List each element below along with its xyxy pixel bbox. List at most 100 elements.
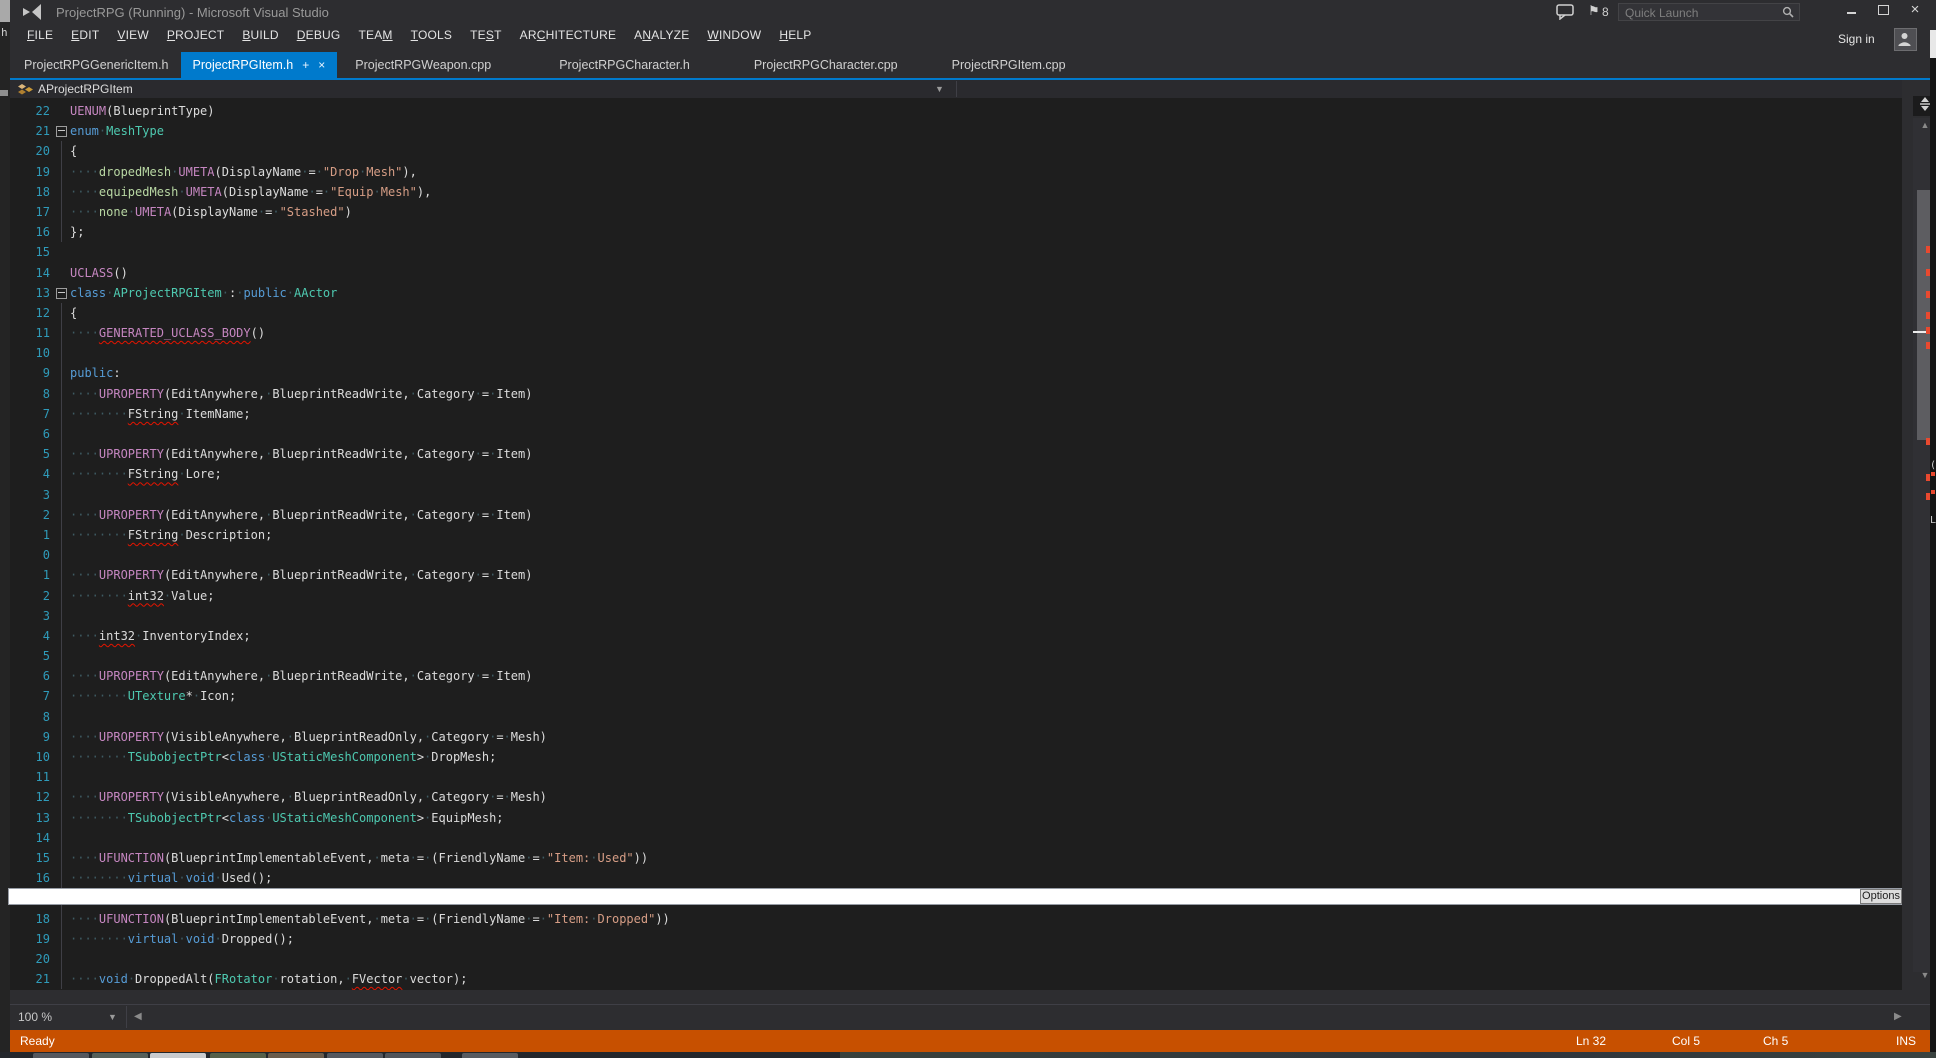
tab-projectrpgitem-cpp[interactable]: ProjectRPGItem.cpp [940, 52, 1078, 78]
code-line[interactable]: 13class·AProjectRPGItem·:·public·AActor [10, 283, 1902, 303]
quick-launch-input[interactable]: Quick Launch [1618, 3, 1800, 21]
menu-build[interactable]: BUILD [233, 24, 287, 46]
tab-projectrpgcharacter-cpp[interactable]: ProjectRPGCharacter.cpp [742, 52, 910, 78]
menu-help[interactable]: HELP [770, 24, 820, 46]
taskbar-button[interactable] [92, 1053, 148, 1058]
tab-projectrpgcharacter-h[interactable]: ProjectRPGCharacter.h [547, 52, 702, 78]
code-line[interactable]: 14 [10, 828, 1902, 848]
horizontal-scrollbar-row[interactable] [10, 1004, 1930, 1030]
code-line[interactable]: 7········UTexture*·Icon; [10, 686, 1902, 706]
code-line[interactable]: 10 [10, 343, 1902, 363]
zoom-level-dropdown[interactable]: 100 % [18, 1010, 52, 1024]
code-editor[interactable]: 22UENUM(BlueprintType)21enum·MeshType20{… [10, 98, 1902, 990]
sign-in-link[interactable]: Sign in [1838, 32, 1875, 46]
code-line[interactable]: 4········FString·Lore; [10, 464, 1902, 484]
taskbar-button[interactable] [210, 1053, 266, 1058]
tab-projectrpggenericitem-h[interactable]: ProjectRPGGenericItem.h [12, 52, 181, 78]
menu-architecture[interactable]: ARCHITECTURE [511, 24, 626, 46]
code-line[interactable]: 21enum·MeshType [10, 121, 1902, 141]
menu-debug[interactable]: DEBUG [288, 24, 350, 46]
restore-button[interactable] [1868, 0, 1898, 20]
tab-projectrpgweapon-cpp[interactable]: ProjectRPGWeapon.cpp [343, 52, 503, 78]
taskbar-button[interactable] [327, 1053, 383, 1058]
menu-team[interactable]: TEAM [349, 24, 401, 46]
close-button[interactable]: × [1900, 0, 1930, 20]
code-line[interactable]: 16}; [10, 222, 1902, 242]
hscroll-left-arrow-icon[interactable]: ◀ [134, 1011, 142, 1022]
code-line[interactable]: 17····none·UMETA(DisplayName·=·"Stashed"… [10, 202, 1902, 222]
code-line[interactable]: 3 [10, 485, 1902, 505]
code-line[interactable]: 5 [10, 646, 1902, 666]
user-avatar[interactable] [1894, 28, 1917, 51]
hscroll-right-arrow-icon[interactable]: ▶ [1894, 1011, 1902, 1022]
menu-project[interactable]: PROJECT [158, 24, 233, 46]
code-line[interactable]: 18····UFUNCTION(BlueprintImplementableEv… [10, 909, 1902, 929]
taskbar-button[interactable] [33, 1053, 89, 1058]
fold-collapse-icon[interactable] [56, 288, 67, 299]
code-line[interactable]: 12····UPROPERTY(VisibleAnywhere,·Bluepri… [10, 787, 1902, 807]
menu-view[interactable]: VIEW [108, 24, 158, 46]
code-line[interactable]: 22UENUM(BlueprintType) [10, 101, 1902, 121]
code-line[interactable]: 2····UPROPERTY(EditAnywhere,·BlueprintRe… [10, 505, 1902, 525]
feedback-bubble-icon[interactable] [1556, 4, 1574, 20]
code-line[interactable]: 19········virtual·void·Dropped(); [10, 929, 1902, 949]
fold-margin [50, 808, 70, 828]
menu-tools[interactable]: TOOLS [402, 24, 462, 46]
menu-test[interactable]: TEST [461, 24, 511, 46]
tab-projectrpgitem-h[interactable]: ProjectRPGItem.h+× [181, 52, 338, 78]
code-line[interactable]: 8····UPROPERTY(EditAnywhere,·BlueprintRe… [10, 384, 1902, 404]
options-button[interactable]: Options [1860, 889, 1902, 904]
minimize-button[interactable] [1836, 0, 1866, 20]
menu-edit[interactable]: EDIT [62, 24, 108, 46]
menu-analyze[interactable]: ANALYZE [625, 24, 698, 46]
code-line[interactable]: 9public: [10, 363, 1902, 383]
navbar-scope-dropdown[interactable]: AProjectRPGItem [38, 82, 133, 96]
zoom-dropdown-caret-icon[interactable]: ▼ [108, 1012, 117, 1022]
code-line[interactable]: 11 [10, 767, 1902, 787]
code-line[interactable]: 6 [10, 424, 1902, 444]
taskbar-button[interactable] [385, 1053, 441, 1058]
notifications-count[interactable]: 8 [1602, 5, 1609, 19]
find-bar[interactable] [8, 888, 1902, 905]
code-line[interactable]: 15····UFUNCTION(BlueprintImplementableEv… [10, 848, 1902, 868]
notifications-flag-icon[interactable]: ⚑ [1588, 3, 1600, 19]
windows-taskbar-sliver[interactable] [0, 1052, 1936, 1058]
menu-window[interactable]: WINDOW [698, 24, 770, 46]
tab-close-icon[interactable]: × [318, 52, 325, 78]
fold-collapse-icon[interactable] [56, 126, 67, 137]
code-line[interactable]: 16········virtual·void·Used(); [10, 868, 1902, 888]
code-line[interactable]: 2········int32·Value; [10, 586, 1902, 606]
code-line[interactable]: 20 [10, 949, 1902, 969]
code-line[interactable]: 1········FString·Description; [10, 525, 1902, 545]
code-line[interactable]: 11····GENERATED_UCLASS_BODY() [10, 323, 1902, 343]
code-line[interactable]: 12{ [10, 303, 1902, 323]
code-line[interactable]: 6····UPROPERTY(EditAnywhere,·BlueprintRe… [10, 666, 1902, 686]
code-line[interactable]: 18····equipedMesh·UMETA(DisplayName·=·"E… [10, 182, 1902, 202]
taskbar-button[interactable] [150, 1053, 206, 1058]
menu-file[interactable]: FILE [18, 24, 62, 46]
code-line[interactable]: 4····int32·InventoryIndex; [10, 626, 1902, 646]
navbar-dropdown-caret-icon[interactable]: ▼ [935, 84, 944, 94]
code-line[interactable]: 9····UPROPERTY(VisibleAnywhere,·Blueprin… [10, 727, 1902, 747]
taskbar-button[interactable] [268, 1053, 324, 1058]
code-line[interactable]: 13········TSubobjectPtr<class·UStaticMes… [10, 808, 1902, 828]
line-number: 15 [10, 848, 50, 868]
visual-studio-logo-icon [22, 3, 42, 21]
title-bar[interactable]: ProjectRPG (Running) - Microsoft Visual … [10, 0, 1930, 24]
taskbar-button[interactable] [462, 1053, 518, 1058]
code-line[interactable]: 21····void·DroppedAlt(FRotator·rotation,… [10, 969, 1902, 989]
code-line[interactable]: 20{ [10, 141, 1902, 161]
code-line[interactable]: 19····dropedMesh·UMETA(DisplayName·=·"Dr… [10, 162, 1902, 182]
status-insert-mode: INS [1896, 1034, 1916, 1048]
pin-icon[interactable]: + [302, 52, 309, 78]
search-icon[interactable] [1782, 6, 1794, 18]
code-line[interactable]: 7········FString·ItemName; [10, 404, 1902, 424]
code-line[interactable]: 1····UPROPERTY(EditAnywhere,·BlueprintRe… [10, 565, 1902, 585]
code-line[interactable]: 0 [10, 545, 1902, 565]
code-line[interactable]: 8 [10, 707, 1902, 727]
code-line[interactable]: 3 [10, 606, 1902, 626]
code-line[interactable]: 5····UPROPERTY(EditAnywhere,·BlueprintRe… [10, 444, 1902, 464]
code-line[interactable]: 14UCLASS() [10, 263, 1902, 283]
code-line[interactable]: 10········TSubobjectPtr<class·UStaticMes… [10, 747, 1902, 767]
code-line[interactable]: 15 [10, 242, 1902, 262]
